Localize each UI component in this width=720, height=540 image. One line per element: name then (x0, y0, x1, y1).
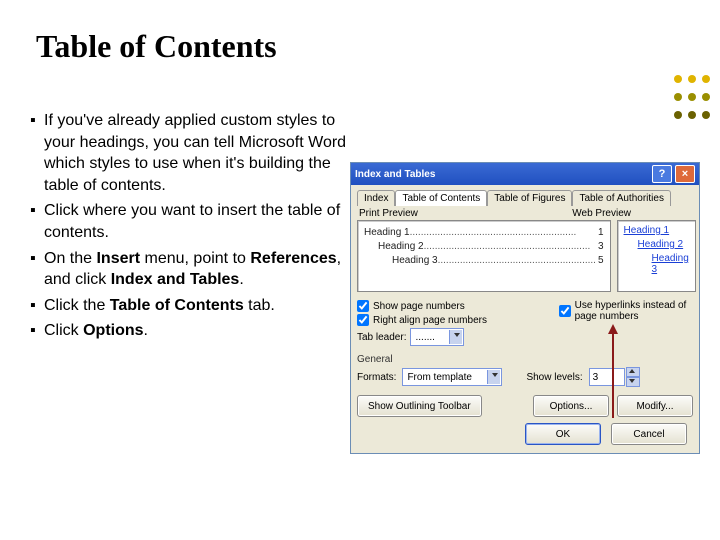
close-button[interactable]: × (675, 165, 695, 183)
slide-title: Table of Contents (36, 28, 277, 65)
tab-leader-label: Tab leader: (357, 332, 406, 343)
cancel-button[interactable]: Cancel (611, 423, 687, 445)
formats-combo[interactable]: From template (402, 368, 502, 386)
tab-leader-combo[interactable]: ....... (410, 328, 464, 346)
web-preview-pane: Heading 1Heading 2Heading 3 (617, 220, 696, 292)
index-and-tables-dialog: Index and Tables ? × IndexTable of Conte… (350, 162, 700, 454)
tab-table-of-contents[interactable]: Table of Contents (395, 190, 487, 206)
print-preview-pane: Heading 1...............................… (357, 220, 611, 292)
modify-button[interactable]: Modify... (617, 395, 693, 417)
right-align-input[interactable] (357, 314, 369, 326)
use-hyperlinks-label: Use hyperlinks instead of page numbers (575, 300, 693, 322)
web-preview-label: Web Preview (572, 208, 631, 219)
help-button[interactable]: ? (652, 165, 672, 183)
use-hyperlinks-input[interactable] (559, 305, 571, 317)
dialog-title: Index and Tables (355, 169, 435, 180)
dialog-tabs: IndexTable of ContentsTable of FiguresTa… (357, 189, 693, 205)
use-hyperlinks-checkbox[interactable]: Use hyperlinks instead of page numbers (559, 300, 693, 322)
formats-value: From template (407, 372, 471, 383)
bullet-item: ▪If you've already applied custom styles… (30, 110, 350, 196)
dialog-titlebar: Index and Tables ? × (351, 163, 699, 185)
bullet-item: ▪Click where you want to insert the tabl… (30, 200, 350, 243)
decorative-dots (668, 70, 710, 124)
general-section-label: General (357, 354, 693, 365)
show-levels-label: Show levels: (526, 372, 582, 383)
bullet-item: ▪Click the Table of Contents tab. (30, 295, 350, 317)
show-page-numbers-input[interactable] (357, 300, 369, 312)
show-levels-up[interactable] (626, 367, 640, 377)
print-preview-label: Print Preview (359, 208, 418, 219)
tab-table-of-authorities[interactable]: Table of Authorities (572, 190, 671, 206)
show-levels-value[interactable]: 3 (589, 368, 625, 386)
tab-table-of-figures[interactable]: Table of Figures (487, 190, 572, 206)
ok-button[interactable]: OK (525, 423, 601, 445)
tab-leader-value: ....... (415, 332, 434, 343)
instruction-bullets: ▪If you've already applied custom styles… (30, 110, 350, 346)
show-page-numbers-label: Show page numbers (373, 301, 465, 312)
show-page-numbers-checkbox[interactable]: Show page numbers (357, 300, 542, 312)
bullet-item: ▪Click Options. (30, 320, 350, 342)
formats-label: Formats: (357, 372, 396, 383)
right-align-label: Right align page numbers (373, 315, 487, 326)
show-outlining-toolbar-button[interactable]: Show Outlining Toolbar (357, 395, 482, 417)
show-levels-spinner[interactable]: 3 (589, 367, 640, 387)
options-button[interactable]: Options... (533, 395, 609, 417)
tab-index[interactable]: Index (357, 190, 395, 206)
show-levels-down[interactable] (626, 377, 640, 387)
bullet-item: ▪On the Insert menu, point to References… (30, 248, 350, 291)
right-align-checkbox[interactable]: Right align page numbers (357, 314, 542, 326)
